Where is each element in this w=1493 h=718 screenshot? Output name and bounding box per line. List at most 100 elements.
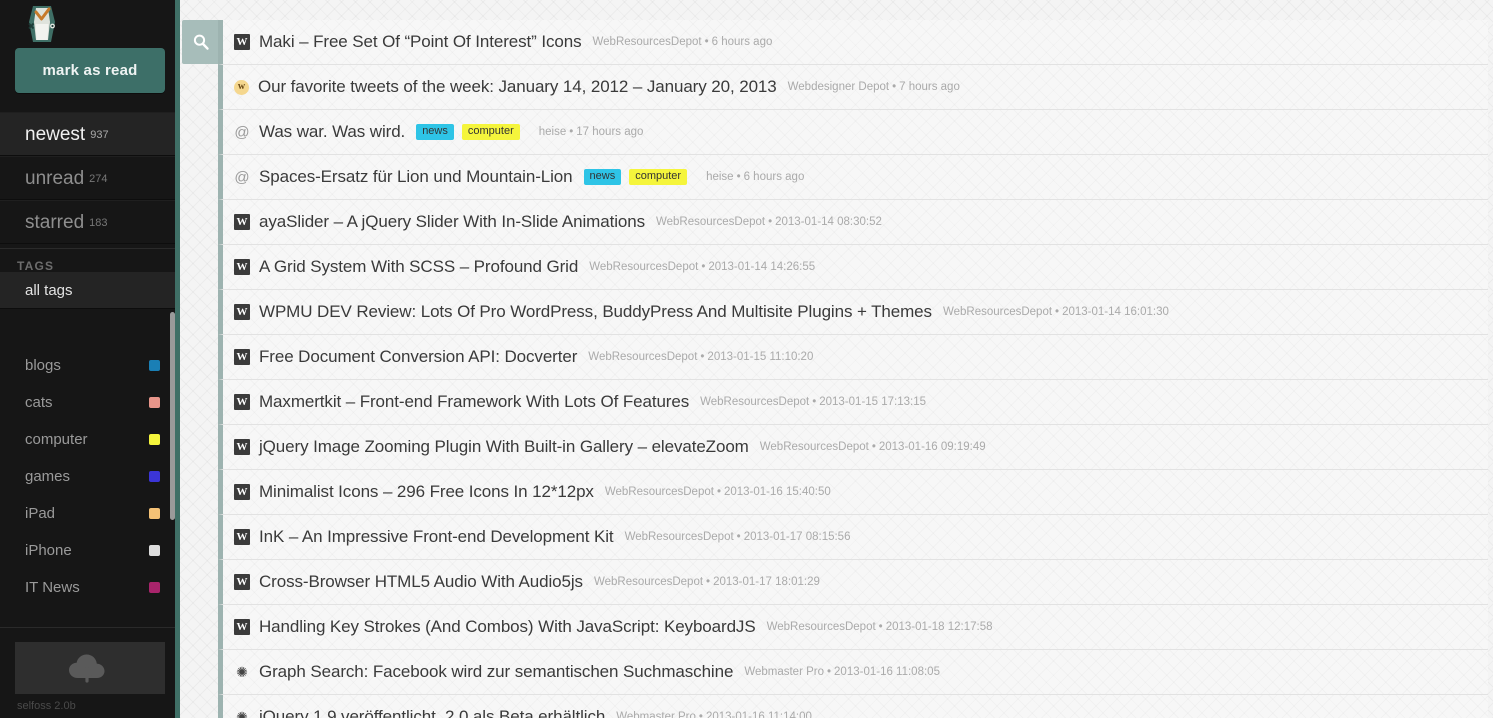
entry-tag-computer[interactable]: computer [629,169,688,185]
favicon-webresourcesdepot-icon: W [234,484,250,500]
entry-tag-news[interactable]: news [416,124,454,140]
meta-separator: • [827,666,832,678]
entry-row[interactable]: W A Grid System With SCSS – Profound Gri… [218,245,1488,290]
favicon-webresourcesdepot-icon: W [234,259,250,275]
sidebar-item-label: newest [25,124,86,145]
favicon-webresourcesdepot-icon: W [234,304,250,320]
entry-row[interactable]: W jQuery Image Zooming Plugin With Built… [218,425,1488,470]
entry-title: WPMU DEV Review: Lots Of Pro WordPress, … [259,302,932,321]
content-area: W Maki – Free Set Of “Point Of Interest”… [180,0,1493,718]
entry-row[interactable]: W Cross-Browser HTML5 Audio With Audio5j… [218,560,1488,605]
meta-separator: • [812,396,817,408]
entry-meta: WebResourcesDepot • 6 hours ago [593,36,773,48]
entry-time: 2013-01-15 17:13:15 [819,396,927,408]
sidebar-tag-it-news[interactable]: IT News [0,569,175,606]
entry-row[interactable]: ✺ Graph Search: Facebook wird zur semant… [218,650,1488,695]
entry-source: WebResourcesDepot [592,36,702,48]
entry-source: heise [538,126,567,138]
tag-color-swatch [149,508,160,519]
entry-time: 2013-01-16 15:40:50 [723,486,831,498]
entry-meta: WebResourcesDepot • 2013-01-17 18:01:29 [594,576,820,588]
entry-row[interactable]: ✺ jQuery 1.9 veröffentlicht, 2.0 als Bet… [218,695,1488,718]
selfoss-coffin-logo [28,6,55,42]
entry-row[interactable]: W ayaSlider – A jQuery Slider With In-Sl… [218,200,1488,245]
entry-title: Cross-Browser HTML5 Audio With Audio5js [259,572,583,591]
tags-scrollbar[interactable] [170,312,175,520]
meta-separator: • [878,621,883,633]
app-root: mark as read newest 937 unread 274 starred… [0,0,1493,718]
sidebar-item-count: 937 [90,129,109,141]
favicon-webresourcesdepot-icon: W [234,619,250,635]
meta-separator: • [1055,306,1060,318]
entry-tag-computer[interactable]: computer [461,124,520,140]
entry-meta: WebResourcesDepot • 2013-01-14 14:26:55 [589,261,815,273]
sidebar-item-starred[interactable]: starred 183 [0,200,175,244]
entry-source: WebResourcesDepot [624,531,734,543]
tag-color-swatch [149,360,160,371]
entry-row[interactable]: W Free Document Conversion API: Docverte… [218,335,1488,380]
entry-time: 2013-01-17 18:01:29 [713,576,820,588]
favicon-webresourcesdepot-icon: W [234,214,250,230]
entry-row[interactable]: @ Was war. Was wird. news computer heise… [218,110,1488,155]
favicon-webdesignerdepot-icon: w [234,79,249,95]
meta-separator: • [768,216,773,228]
nav-list: newest 937 unread 274 starred 183 [0,112,175,244]
sidebar-tag-blogs[interactable]: blogs [0,347,175,384]
favicon-heise-icon: @ [234,123,250,141]
entry-meta: WebResourcesDepot • 2013-01-16 15:40:50 [605,486,831,498]
favicon-webresourcesdepot-icon: W [234,439,250,455]
search-button[interactable] [182,20,220,64]
tag-color-swatch [149,434,160,445]
entry-row[interactable]: @ Spaces-Ersatz für Lion und Mountain-Li… [218,155,1488,200]
meta-separator: • [698,711,703,718]
entry-row[interactable]: W Minimalist Icons – 296 Free Icons In 1… [218,470,1488,515]
sidebar-tag-iphone[interactable]: iPhone [0,532,175,569]
entry-source: WebResourcesDepot [588,351,698,363]
sidebar-item-newest[interactable]: newest 937 [0,112,175,156]
entry-time: 6 hours ago [743,171,805,183]
entry-title: Spaces-Ersatz für Lion und Mountain-Lion [259,167,573,186]
entry-source: Webmaster Pro [616,711,696,718]
entry-time: 6 hours ago [711,36,773,48]
meta-separator: • [871,441,876,453]
sidebar-item-label: unread [25,168,85,189]
entry-title: jQuery 1.9 veröffentlicht, 2.0 als Beta … [259,707,606,718]
meta-separator: • [736,531,741,543]
sidebar-item-unread[interactable]: unread 274 [0,156,175,200]
tag-label: all tags [25,282,73,299]
entry-time: 2013-01-17 08:15:56 [743,531,851,543]
cloud-upload-button[interactable] [15,642,165,694]
entry-row[interactable]: w Our favorite tweets of the week: Janua… [218,65,1488,110]
entry-source: Webdesigner Depot [787,81,890,93]
sidebar-item-count: 183 [89,217,108,229]
entry-time: 2013-01-14 16:01:30 [1062,306,1169,318]
tag-label: cats [25,394,53,411]
sidebar-tag-all-tags[interactable]: all tags [0,272,175,309]
tag-label: blogs [25,357,61,374]
entry-row[interactable]: W Handling Key Strokes (And Combos) With… [218,605,1488,650]
entry-row[interactable]: W Maki – Free Set Of “Point Of Interest”… [218,20,1488,65]
tag-color-swatch [149,471,160,482]
entry-row[interactable]: W Maxmertkit – Front-end Framework With … [218,380,1488,425]
entry-title: Handling Key Strokes (And Combos) With J… [259,617,756,636]
favicon-webresourcesdepot-icon: W [234,574,250,590]
favicon-webmasterpro-icon: ✺ [236,709,248,718]
entry-row[interactable]: W WPMU DEV Review: Lots Of Pro WordPress… [218,290,1488,335]
entry-source: WebResourcesDepot [759,441,869,453]
entry-source: WebResourcesDepot [700,396,810,408]
sidebar-tag-ipad[interactable]: iPad [0,495,175,532]
entry-title: Graph Search: Facebook wird zur semantis… [259,662,734,681]
entry-source: WebResourcesDepot [942,306,1053,318]
meta-separator: • [700,351,705,363]
entry-tag-news[interactable]: news [583,169,622,185]
sidebar-item-count: 274 [89,173,108,185]
favicon-webresourcesdepot-icon: W [234,349,250,365]
entry-title: Was war. Was wird. [259,122,406,141]
entry-row[interactable]: W InK – An Impressive Front-end Developm… [218,515,1488,560]
cloud-upload-icon [69,654,105,683]
sidebar-tag-computer[interactable]: computer [0,421,175,458]
sidebar-tag-cats[interactable]: cats [0,384,175,421]
sidebar-tag-games[interactable]: games [0,458,175,495]
meta-separator: • [736,171,741,183]
mark-as-read-button[interactable]: mark as read [15,48,165,93]
